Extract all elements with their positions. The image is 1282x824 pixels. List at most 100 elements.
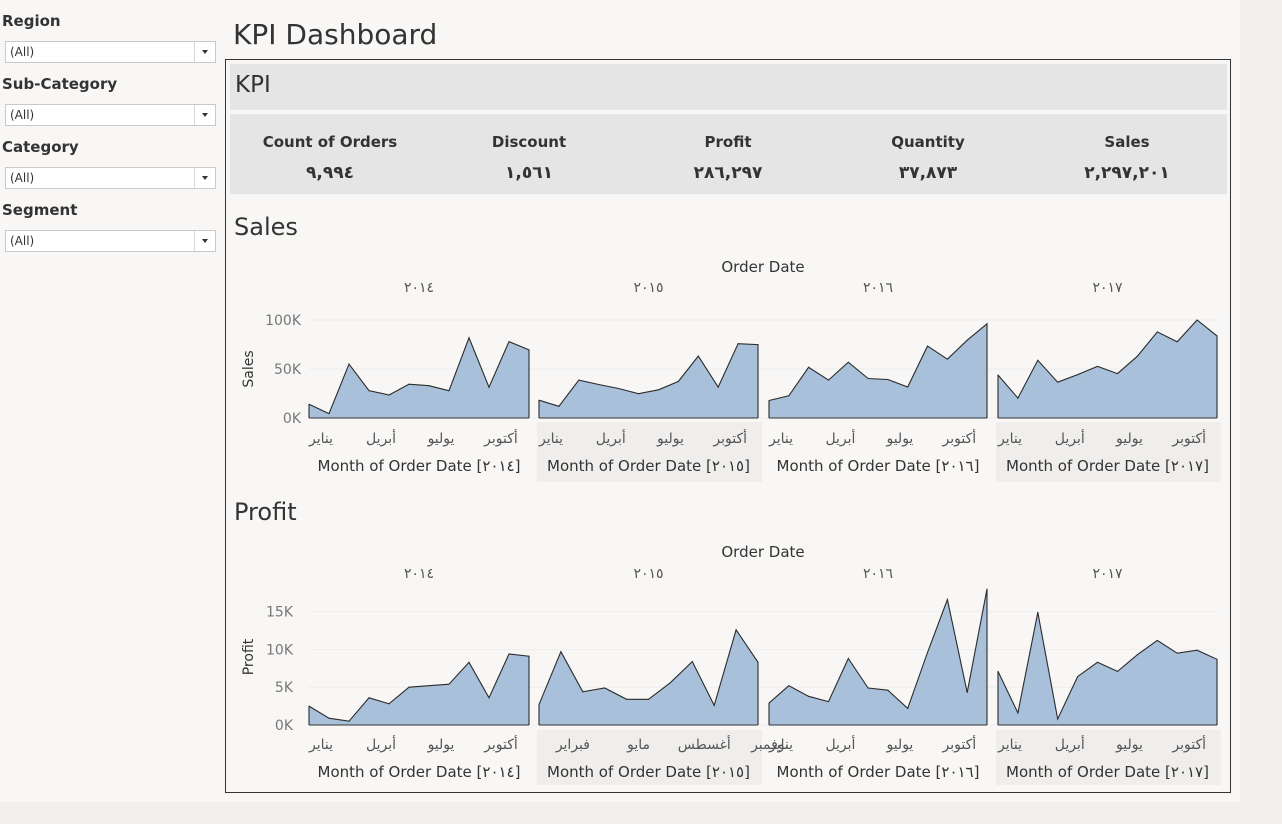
chevron-down-icon[interactable] bbox=[194, 42, 215, 62]
data-point[interactable] bbox=[1216, 658, 1218, 660]
data-point[interactable] bbox=[1057, 718, 1059, 720]
data-point[interactable] bbox=[1097, 661, 1098, 663]
segment-dropdown[interactable]: (All) bbox=[5, 230, 216, 252]
data-point[interactable] bbox=[1037, 359, 1039, 361]
data-point[interactable] bbox=[558, 405, 560, 407]
data-point[interactable] bbox=[538, 399, 540, 401]
data-point[interactable] bbox=[428, 385, 430, 387]
data-point[interactable] bbox=[1136, 355, 1138, 357]
data-point[interactable] bbox=[528, 349, 530, 351]
data-point[interactable] bbox=[927, 345, 928, 347]
data-point[interactable] bbox=[308, 705, 310, 707]
data-point[interactable] bbox=[927, 652, 928, 653]
chevron-down-icon[interactable] bbox=[194, 231, 215, 251]
data-point[interactable] bbox=[468, 661, 470, 663]
data-point[interactable] bbox=[408, 383, 410, 385]
chevron-down-icon[interactable] bbox=[194, 105, 215, 125]
profit-area-chart[interactable]: Order Date Profit 15K 10K 5K 0K ٢٠١٤ يناير أبريل… bbox=[230, 535, 1227, 785]
data-point[interactable] bbox=[887, 379, 889, 380]
data-point[interactable] bbox=[997, 670, 999, 672]
data-point[interactable] bbox=[907, 386, 909, 388]
data-point[interactable] bbox=[560, 651, 562, 653]
data-point[interactable] bbox=[1136, 654, 1138, 656]
data-point[interactable] bbox=[348, 363, 350, 365]
data-point[interactable] bbox=[578, 379, 580, 381]
data-point[interactable] bbox=[488, 697, 490, 699]
data-point[interactable] bbox=[604, 687, 606, 689]
data-point[interactable] bbox=[966, 692, 968, 693]
data-point[interactable] bbox=[388, 703, 390, 705]
area-fill[interactable] bbox=[309, 337, 529, 418]
data-point[interactable] bbox=[488, 386, 490, 388]
data-point[interactable] bbox=[847, 361, 849, 363]
data-point[interactable] bbox=[1077, 374, 1079, 376]
data-point[interactable] bbox=[867, 687, 869, 689]
data-point[interactable] bbox=[677, 380, 679, 382]
area-fill[interactable] bbox=[769, 589, 987, 725]
chevron-down-icon[interactable] bbox=[194, 168, 215, 188]
area-fill[interactable] bbox=[539, 343, 758, 418]
data-point[interactable] bbox=[626, 698, 628, 700]
region-dropdown[interactable]: (All) bbox=[5, 41, 216, 63]
data-point[interactable] bbox=[757, 344, 759, 346]
data-point[interactable] bbox=[468, 337, 470, 339]
data-point[interactable] bbox=[538, 704, 540, 706]
data-point[interactable] bbox=[828, 701, 829, 703]
area-fill[interactable] bbox=[998, 612, 1217, 725]
data-point[interactable] bbox=[388, 394, 390, 396]
area-fill[interactable] bbox=[769, 323, 987, 418]
data-point[interactable] bbox=[1117, 670, 1118, 672]
data-point[interactable] bbox=[717, 386, 719, 388]
data-point[interactable] bbox=[428, 685, 430, 687]
data-point[interactable] bbox=[1196, 319, 1198, 321]
data-point[interactable] bbox=[448, 390, 450, 392]
data-point[interactable] bbox=[986, 323, 988, 325]
data-point[interactable] bbox=[828, 379, 829, 381]
data-point[interactable] bbox=[1196, 649, 1198, 651]
data-point[interactable] bbox=[1156, 639, 1158, 641]
data-point[interactable] bbox=[713, 704, 715, 706]
data-point[interactable] bbox=[1077, 676, 1079, 678]
data-point[interactable] bbox=[1097, 365, 1098, 367]
data-point[interactable] bbox=[986, 588, 988, 590]
data-point[interactable] bbox=[966, 339, 968, 341]
data-point[interactable] bbox=[1037, 611, 1039, 613]
data-point[interactable] bbox=[808, 695, 810, 697]
data-point[interactable] bbox=[808, 366, 810, 368]
data-point[interactable] bbox=[907, 707, 909, 709]
data-point[interactable] bbox=[669, 682, 671, 684]
data-point[interactable] bbox=[757, 661, 759, 663]
data-point[interactable] bbox=[997, 374, 999, 376]
data-point[interactable] bbox=[1017, 712, 1019, 714]
data-point[interactable] bbox=[691, 661, 693, 662]
data-point[interactable] bbox=[735, 629, 737, 631]
data-point[interactable] bbox=[1017, 397, 1019, 399]
data-point[interactable] bbox=[1176, 652, 1178, 654]
data-point[interactable] bbox=[308, 403, 310, 405]
data-point[interactable] bbox=[328, 717, 330, 719]
data-point[interactable] bbox=[788, 685, 790, 687]
data-point[interactable] bbox=[847, 658, 849, 659]
data-point[interactable] bbox=[1176, 341, 1178, 343]
data-point[interactable] bbox=[582, 691, 584, 693]
data-point[interactable] bbox=[946, 358, 948, 360]
data-point[interactable] bbox=[408, 686, 410, 688]
data-point[interactable] bbox=[528, 655, 530, 657]
data-point[interactable] bbox=[788, 395, 790, 397]
data-point[interactable] bbox=[508, 653, 510, 655]
data-point[interactable] bbox=[697, 355, 699, 357]
data-point[interactable] bbox=[508, 341, 510, 343]
data-point[interactable] bbox=[658, 389, 659, 391]
data-point[interactable] bbox=[887, 689, 889, 691]
data-point[interactable] bbox=[598, 384, 600, 385]
sub-category-dropdown[interactable]: (All) bbox=[5, 104, 216, 126]
area-fill[interactable] bbox=[309, 654, 529, 725]
data-point[interactable] bbox=[867, 378, 869, 379]
data-point[interactable] bbox=[768, 400, 770, 401]
data-point[interactable] bbox=[946, 599, 948, 601]
data-point[interactable] bbox=[768, 702, 770, 704]
category-dropdown[interactable]: (All) bbox=[5, 167, 216, 189]
data-point[interactable] bbox=[1216, 335, 1218, 337]
data-point[interactable] bbox=[638, 393, 639, 395]
data-point[interactable] bbox=[328, 413, 330, 415]
